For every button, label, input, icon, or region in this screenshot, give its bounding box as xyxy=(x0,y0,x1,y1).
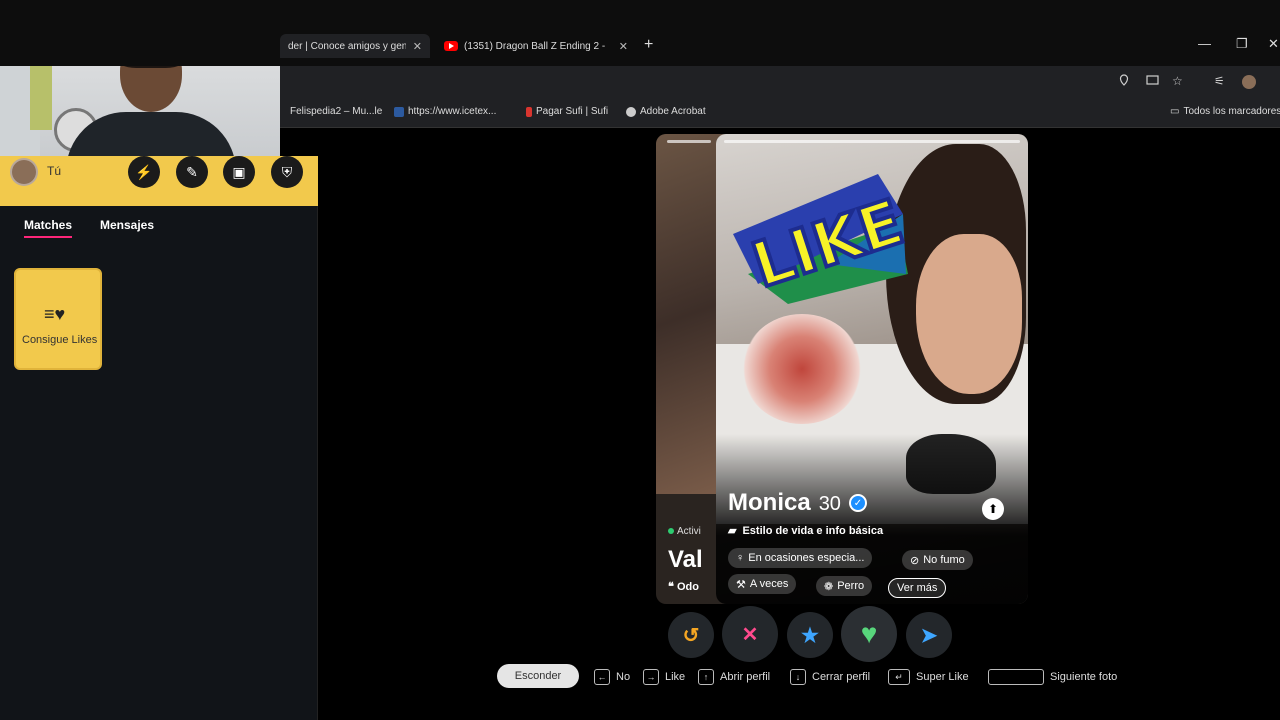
explore-button[interactable]: ✎ xyxy=(176,156,208,188)
lightning-icon: ⚡ xyxy=(135,163,153,180)
nope-button[interactable]: ✕ xyxy=(722,606,778,662)
rewind-icon: ↺ xyxy=(682,624,700,647)
superlike-button[interactable]: ★ xyxy=(787,612,833,658)
next-profile-quote: ❝ Odo xyxy=(668,581,699,593)
minimize-button[interactable]: — xyxy=(1198,36,1211,51)
tab-title: der | Conoce amigos y gent xyxy=(288,40,406,52)
verified-icon: ✓ xyxy=(848,494,867,512)
close-icon: ✕ xyxy=(741,623,759,646)
shortcut-open-profile: ↑ Abrir perfil xyxy=(698,669,770,685)
get-likes-label: Consigue Likes xyxy=(22,334,98,346)
boost-button[interactable]: ⚡ xyxy=(128,156,160,188)
tag-icon: ▰ xyxy=(728,525,737,537)
photo-progress-segment xyxy=(667,140,711,143)
paw-icon: ❁ xyxy=(824,580,834,593)
chip-pets: ❁ Perro xyxy=(816,576,873,596)
photo-face xyxy=(916,234,1022,394)
sidebar-header: Tú ⚡ ✎ ▣ ⛨ xyxy=(0,156,318,206)
enter-key-icon: ↵ xyxy=(888,669,910,685)
briefcase-icon: ▣ xyxy=(232,163,246,180)
shortcut-like: → Like xyxy=(643,669,685,685)
online-dot-icon xyxy=(668,528,674,534)
shield-icon: ⛨ xyxy=(281,163,293,180)
rewind-button[interactable]: ↺ xyxy=(668,612,714,658)
open-profile-button[interactable]: ⬆ xyxy=(982,498,1004,520)
arrow-left-key-icon: ← xyxy=(594,669,610,685)
tab-title: (1351) Dragon Ball Z Ending 2 - xyxy=(464,40,606,52)
paper-plane-icon: ➤ xyxy=(920,624,938,647)
avatar[interactable] xyxy=(10,158,38,186)
hide-shortcuts-button[interactable]: Esconder xyxy=(497,664,579,688)
chip-workout: ⚒ A veces xyxy=(728,574,797,594)
glass-icon: ♀ xyxy=(736,552,745,564)
profile-card[interactable]: LIKE Monica 30 ✓ ⬆ ▰ Estilo de vida e in… xyxy=(716,134,1028,604)
shortcut-super-like: ↵ Super Like xyxy=(888,669,969,685)
browser-tab-youtube[interactable]: (1351) Dragon Ball Z Ending 2 - ✕ xyxy=(436,34,636,58)
acrobat-icon xyxy=(626,106,636,117)
photo-rose-print xyxy=(742,314,862,424)
like-button[interactable]: ♥ xyxy=(841,606,897,662)
folder-icon: ▭ xyxy=(1170,106,1180,117)
new-tab-button[interactable]: + xyxy=(644,36,653,54)
restore-button[interactable]: ❐ xyxy=(1236,36,1248,52)
active-status: Activi xyxy=(668,526,701,537)
space-key-icon xyxy=(988,669,1044,685)
get-likes-card[interactable]: ≡♥ Consigue Likes xyxy=(14,268,102,370)
profile-age: 30 xyxy=(818,493,841,515)
shortcut-close-profile: ↓ Cerrar perfil xyxy=(790,669,870,685)
youtube-icon xyxy=(444,41,458,51)
arrow-up-icon: ⬆ xyxy=(987,502,999,516)
chip-occasional-drinker: ♀ En ocasiones especia... xyxy=(728,548,873,568)
arrow-down-key-icon: ↓ xyxy=(790,669,806,685)
arrow-right-key-icon: → xyxy=(643,669,659,685)
keyboard-shortcuts-bar: Esconder ← No → Like ↑ Abrir perfil ↓ Ce… xyxy=(0,664,1280,690)
profile-name: Monica xyxy=(728,489,811,516)
tab-matches[interactable]: Matches xyxy=(24,218,73,238)
heart-icon: ♥ xyxy=(860,618,878,649)
like-stamp-icon: LIKE xyxy=(733,174,914,304)
profile-name-row: Monica 30 ✓ xyxy=(728,489,867,517)
bookmark-item[interactable]: Adobe Acrobat xyxy=(626,106,706,117)
close-window-button[interactable]: ✕ xyxy=(1268,36,1279,52)
see-more-button[interactable]: Ver más xyxy=(888,578,947,598)
boost-send-button[interactable]: ➤ xyxy=(906,612,952,658)
arrow-up-key-icon: ↑ xyxy=(698,669,714,685)
shortcut-next-photo: Siguiente foto xyxy=(988,669,1117,685)
site-icon xyxy=(394,106,404,117)
sidebar: Tú ⚡ ✎ ▣ ⛨ Matches Mensajes ≡♥ Consigue … xyxy=(0,156,318,720)
cast-icon[interactable] xyxy=(1146,74,1159,89)
compass-icon: ✎ xyxy=(186,163,198,180)
location-icon[interactable] xyxy=(1118,74,1130,89)
safety-button[interactable]: ⛨ xyxy=(271,156,303,188)
heart-speed-icon: ≡♥ xyxy=(44,304,66,324)
bookmark-item[interactable]: Felispedia2 – Mu...le xyxy=(290,106,382,117)
all-bookmarks-folder[interactable]: ▭ Todos los marcadores xyxy=(1170,106,1280,117)
no-smoking-icon: ⊘ xyxy=(910,554,920,567)
bookmark-item[interactable]: https://www.icetex... xyxy=(394,106,496,117)
close-tab-icon[interactable]: ✕ xyxy=(413,40,422,53)
profile-label[interactable]: Tú xyxy=(47,164,61,178)
bookmarks-bar: Felispedia2 – Mu...le https://www.icetex… xyxy=(280,98,1280,128)
close-tab-icon[interactable]: ✕ xyxy=(619,40,628,53)
next-profile-name: Val xyxy=(668,546,703,573)
shortcut-nope: ← No xyxy=(594,669,630,685)
bookmark-item[interactable]: Pagar Sufi | Sufi xyxy=(526,106,608,117)
dumbbell-icon: ⚒ xyxy=(736,578,746,591)
star-icon: ★ xyxy=(801,624,819,647)
chip-no-smoking: ⊘ No fumo xyxy=(902,550,973,570)
site-icon xyxy=(526,106,532,117)
bookmark-star-icon[interactable]: ☆ xyxy=(1172,74,1183,88)
extensions-icon[interactable]: ⚟ xyxy=(1214,74,1225,88)
profile-avatar-icon[interactable] xyxy=(1242,75,1256,89)
lifestyle-header: ▰ Estilo de vida e info básica xyxy=(728,524,884,538)
address-bar[interactable]: ☆ ⚟ xyxy=(280,66,1280,98)
briefcase-button[interactable]: ▣ xyxy=(223,156,255,188)
browser-titlebar xyxy=(0,0,1280,66)
browser-tab-tinder[interactable]: der | Conoce amigos y gent ✕ xyxy=(280,34,430,58)
photo-progress-bar xyxy=(724,140,1020,143)
tab-messages[interactable]: Mensajes xyxy=(100,218,154,232)
